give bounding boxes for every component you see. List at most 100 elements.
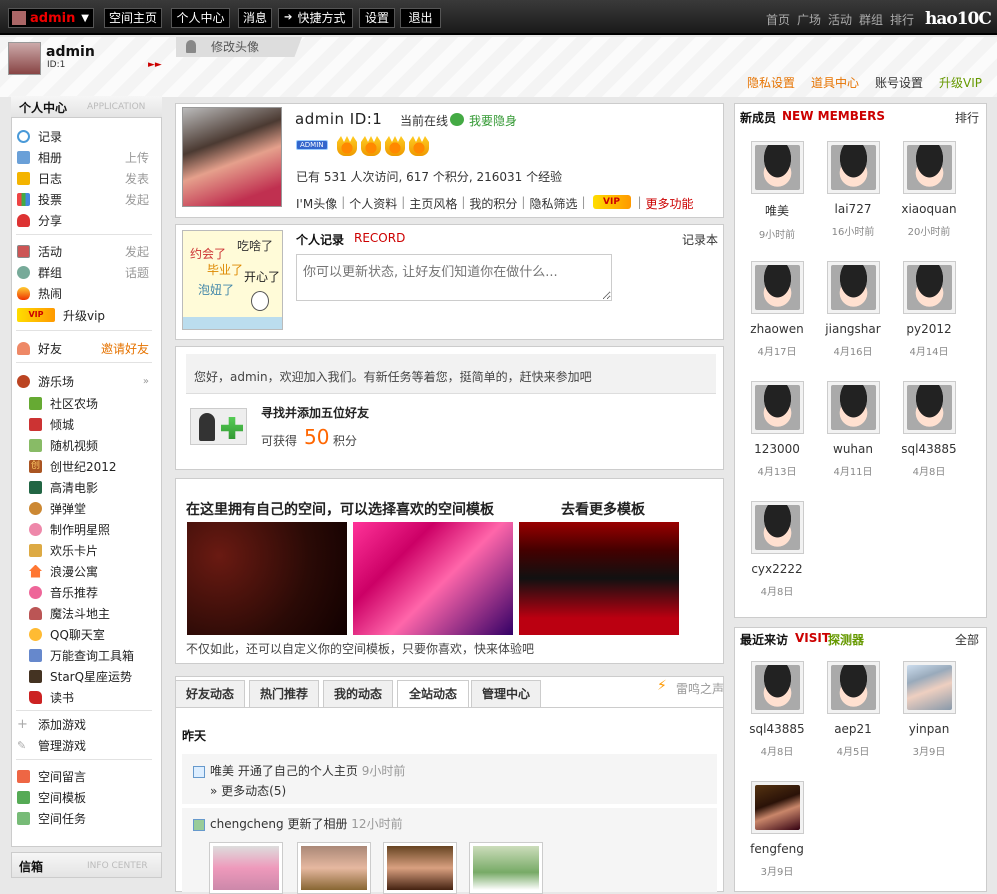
nav-personal-center-button[interactable]: 个人中心 xyxy=(171,8,230,28)
profile-photo[interactable] xyxy=(182,107,282,207)
member-card[interactable]: 唯美 9小时前 xyxy=(741,141,813,241)
sidebar-item-action[interactable]: 发表 xyxy=(125,170,149,187)
sidebar-item-poll[interactable]: 投票 发起 xyxy=(17,189,149,209)
more-functions-link[interactable]: 更多功能 xyxy=(646,195,694,212)
game-item[interactable]: 高清电影 xyxy=(29,477,98,497)
space-template-item[interactable]: 空间模板 xyxy=(17,787,86,807)
member-card[interactable]: cyx2222 4月8日 xyxy=(741,501,813,598)
game-item[interactable]: 社区农场 xyxy=(29,393,98,413)
sidebar-item-hot[interactable]: 热闹 xyxy=(17,283,149,303)
member-card[interactable]: aep21 4月5日 xyxy=(817,661,889,758)
member-name[interactable]: aep21 xyxy=(817,722,889,736)
member-card[interactable]: py2012 4月14日 xyxy=(893,261,965,358)
member-avatar[interactable] xyxy=(902,661,956,714)
sidebar-item-action[interactable]: 上传 xyxy=(125,149,149,166)
album-photo[interactable] xyxy=(469,842,543,894)
member-avatar[interactable] xyxy=(902,261,956,314)
status-input[interactable] xyxy=(296,254,612,301)
privacy-filter-link[interactable]: 隐私筛选 xyxy=(529,195,577,212)
sidebar-item-vip[interactable]: VIP 升级vip xyxy=(17,305,149,325)
space-task-item[interactable]: 空间任务 xyxy=(17,808,86,828)
tab-management[interactable]: 管理中心 xyxy=(471,680,541,708)
sidebar-item-share[interactable]: 分享 xyxy=(17,210,149,230)
game-item[interactable]: 音乐推荐 xyxy=(29,582,98,602)
member-name[interactable]: jiangshar xyxy=(817,322,889,336)
user-menu[interactable]: admin ▼ xyxy=(8,8,94,28)
upgrade-vip-link[interactable]: 升级VIP xyxy=(939,74,982,91)
member-avatar[interactable] xyxy=(902,141,956,194)
album-photo[interactable] xyxy=(383,842,457,894)
game-item[interactable]: 浪漫公寓 xyxy=(29,561,98,581)
props-center-link[interactable]: 道具中心 xyxy=(811,74,859,91)
feed-user-link[interactable]: chengcheng xyxy=(210,817,284,831)
nav-logout-button[interactable]: 退出 xyxy=(400,8,441,28)
member-name[interactable]: py2012 xyxy=(893,322,965,336)
sidebar-item-blog[interactable]: 日志 发表 xyxy=(17,168,149,188)
thunder-link[interactable]: 雷鸣之声 xyxy=(676,680,724,697)
album-photo[interactable] xyxy=(297,842,371,894)
member-avatar[interactable] xyxy=(826,141,880,194)
member-card[interactable]: fengfeng 3月9日 xyxy=(741,781,813,878)
member-name[interactable]: xiaoquan xyxy=(893,202,965,216)
member-card[interactable]: sql43885 4月8日 xyxy=(741,661,813,758)
template-thumbnail[interactable] xyxy=(187,522,347,635)
game-item[interactable]: 欢乐卡片 xyxy=(29,540,98,560)
nav-link-activity[interactable]: 活动 xyxy=(828,11,852,28)
template-thumbnail[interactable] xyxy=(353,522,513,635)
nav-messages-button[interactable]: 消息 xyxy=(238,8,272,28)
nav-link-square[interactable]: 广场 xyxy=(797,11,821,28)
vip-icon[interactable]: VIP xyxy=(592,195,631,209)
game-item[interactable]: 魔法斗地主 xyxy=(29,603,110,623)
member-name[interactable]: lai727 xyxy=(817,202,889,216)
member-name[interactable]: cyx2222 xyxy=(741,562,813,576)
game-item[interactable]: 创创世纪2012 xyxy=(29,456,117,476)
space-guestbook-item[interactable]: 空间留言 xyxy=(17,766,86,786)
edit-avatar-tab[interactable]: 修改头像 xyxy=(176,37,302,57)
game-item[interactable]: QQ聊天室 xyxy=(29,624,105,644)
member-name[interactable]: yinpan xyxy=(893,722,965,736)
member-card[interactable]: xiaoquan 20小时前 xyxy=(893,141,965,238)
member-avatar[interactable] xyxy=(826,661,880,714)
tab-my-feed[interactable]: 我的动态 xyxy=(323,680,393,708)
sidebar-item-album[interactable]: 相册 上传 xyxy=(17,147,149,167)
sidebar-item-record[interactable]: 记录 xyxy=(17,126,149,146)
record-book-link[interactable]: 记录本 xyxy=(682,231,718,248)
member-card[interactable]: 123000 4月13日 xyxy=(741,381,813,478)
profile-info-link[interactable]: 个人资料 xyxy=(349,195,397,212)
feed-user-link[interactable]: 唯美 xyxy=(210,764,234,778)
member-card[interactable]: yinpan 3月9日 xyxy=(893,661,965,758)
header-avatar[interactable] xyxy=(8,42,41,75)
account-settings-link[interactable]: 账号设置 xyxy=(875,74,923,91)
game-item[interactable]: StarQ星座运势 xyxy=(29,666,132,686)
member-card[interactable]: lai727 16小时前 xyxy=(817,141,889,238)
member-card[interactable]: wuhan 4月11日 xyxy=(817,381,889,478)
nav-link-home[interactable]: 首页 xyxy=(766,11,790,28)
member-name[interactable]: 123000 xyxy=(741,442,813,456)
tab-site-feed[interactable]: 全站动态 xyxy=(397,680,469,708)
tab-friend-feed[interactable]: 好友动态 xyxy=(175,680,245,708)
tab-hot[interactable]: 热门推荐 xyxy=(249,680,319,708)
sidebar-item-groups[interactable]: 群组 话题 xyxy=(17,262,149,282)
member-card[interactable]: jiangshar 4月16日 xyxy=(817,261,889,358)
ranking-link[interactable]: 排行 xyxy=(955,109,979,126)
sidebar-item-friends[interactable]: 好友 邀请好友 xyxy=(17,338,149,358)
member-name[interactable]: fengfeng xyxy=(741,842,813,856)
go-invisible-link[interactable]: 我要隐身 xyxy=(469,112,517,129)
site-logo[interactable]: hao10C xyxy=(925,9,992,29)
member-card[interactable]: zhaowen 4月17日 xyxy=(741,261,813,358)
more-templates-link[interactable]: 去看更多模板 xyxy=(561,499,645,519)
avatar-link[interactable]: I'M头像 xyxy=(296,195,337,212)
member-avatar[interactable] xyxy=(750,501,804,554)
member-avatar[interactable] xyxy=(826,381,880,434)
double-chevron-down-icon[interactable]: » xyxy=(143,376,149,387)
nav-space-home-button[interactable]: 空间主页 xyxy=(104,8,162,28)
nav-shortcuts-button[interactable]: ➔ 快捷方式 xyxy=(278,8,353,28)
member-name[interactable]: sql43885 xyxy=(741,722,813,736)
game-item[interactable]: 制作明星照 xyxy=(29,519,110,539)
member-name[interactable]: sql43885 xyxy=(893,442,965,456)
member-card[interactable]: sql43885 4月8日 xyxy=(893,381,965,478)
double-arrow-right-icon[interactable]: ►► xyxy=(148,60,162,70)
game-item[interactable]: 随机视频 xyxy=(29,435,98,455)
sidebar-item-action[interactable]: 发起 xyxy=(125,191,149,208)
more-activity-link[interactable]: » 更多动态(5) xyxy=(210,782,286,799)
